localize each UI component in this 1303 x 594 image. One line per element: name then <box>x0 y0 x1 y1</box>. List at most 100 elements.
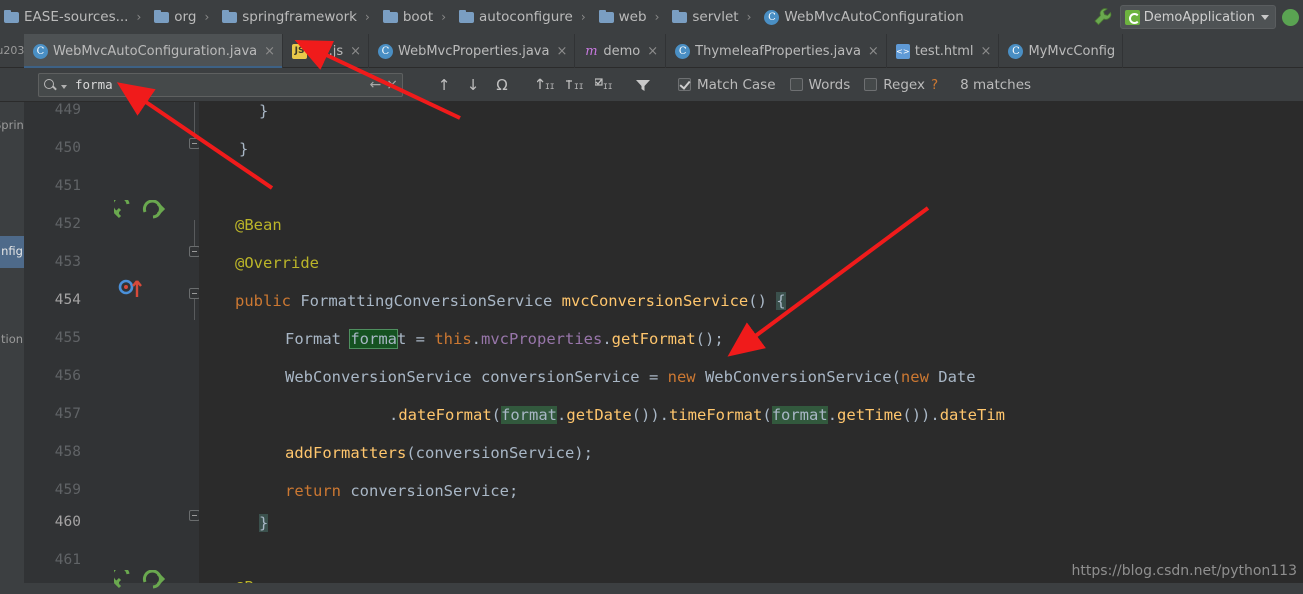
breadcrumb-item-autoconfigure[interactable]: autoconfigure › <box>455 0 595 34</box>
breadcrumb-label: autoconfigure <box>479 9 573 25</box>
breadcrumb-item-web[interactable]: web › <box>595 0 669 34</box>
breadcrumb-separator: › <box>654 10 660 24</box>
overriding-method-icon[interactable] <box>142 569 166 594</box>
code-editor[interactable]: } } @Bean @Override public FormattingCon… <box>199 102 1303 583</box>
find-previous-button[interactable]: ↑ <box>431 72 457 98</box>
code-line-449: } <box>259 102 269 120</box>
breadcrumb-item-boot[interactable]: boot › <box>379 0 455 34</box>
fold-region-line <box>194 220 195 246</box>
chevron-down-icon[interactable] <box>1261 14 1269 20</box>
line-number: 452 <box>54 216 81 232</box>
code-line-458: addFormatters(conversionService); <box>285 444 593 462</box>
svg-text:II: II <box>545 83 554 92</box>
folder-icon <box>382 10 398 23</box>
find-toolbar: ← × ↑ ↓ Ω II II II Match Case Words <box>0 68 1303 102</box>
code-line-452: @Bean <box>235 216 282 234</box>
tab-test-html[interactable]: <> test.html × <box>887 34 1000 68</box>
breadcrumb-separator: › <box>136 10 142 24</box>
search-input[interactable] <box>73 76 365 93</box>
breadcrumb-item-org[interactable]: org › <box>150 0 218 34</box>
breadcrumb-label: springframework <box>242 9 357 25</box>
breadcrumb-item-servlet[interactable]: servlet › <box>668 0 760 34</box>
tab-22js[interactable]: JS 22.js × <box>283 34 369 68</box>
words-label: Words <box>808 76 851 93</box>
select-all-occurrences-icon[interactable]: II <box>532 72 558 98</box>
exclude-icon[interactable]: II <box>561 72 587 98</box>
html-icon: <> <box>895 43 910 59</box>
breadcrumb-label: WebMvcAutoConfiguration <box>784 9 964 25</box>
close-icon[interactable]: × <box>868 45 879 58</box>
close-icon[interactable]: × <box>647 45 658 58</box>
editor-area: Spring nfig tion 449 450 451 452 453 454… <box>0 102 1303 589</box>
breadcrumb-separator: › <box>204 10 210 24</box>
words-checkbox[interactable]: Words <box>789 76 851 93</box>
breadcrumb-label: servlet <box>692 9 739 25</box>
overriding-method-icon[interactable] <box>142 199 166 224</box>
breadcrumb-separator: › <box>580 10 586 24</box>
tab-webmvcautoconfiguration[interactable]: C WebMvcAutoConfiguration.java × <box>24 34 284 68</box>
tab-label: test.html <box>914 43 974 59</box>
filter-icon[interactable] <box>630 72 656 98</box>
close-icon[interactable]: × <box>981 45 992 58</box>
breadcrumb-item-sources[interactable]: EASE-sources... › <box>0 0 150 34</box>
regex-checkbox[interactable]: Regex ? <box>864 77 938 93</box>
close-icon[interactable]: × <box>350 45 361 58</box>
implementing-method-icon[interactable] <box>110 565 136 594</box>
line-number: 454 <box>54 292 81 308</box>
class-icon: C <box>764 9 780 25</box>
close-icon[interactable]: × <box>264 45 275 58</box>
omega-icon[interactable]: Ω <box>489 72 515 98</box>
checkbox-box <box>864 78 878 91</box>
fold-region-line <box>194 298 195 320</box>
run-icon[interactable] <box>1282 8 1299 26</box>
find-input-wrapper[interactable]: ← × <box>38 72 403 97</box>
match-case-label: Match Case <box>697 76 776 93</box>
js-icon: JS <box>292 43 308 59</box>
close-icon[interactable]: × <box>556 45 567 58</box>
tab-bar-left-controls[interactable]: \u2039 <box>0 34 31 67</box>
breadcrumb-separator: › <box>365 10 370 24</box>
run-configuration-label: DemoApplication <box>1143 9 1255 25</box>
match-case-checkbox[interactable]: Match Case <box>678 77 776 93</box>
module-icon: m <box>585 43 598 59</box>
watermark-label: https://blog.csdn.net/python113 <box>1071 563 1297 579</box>
regex-label: Regex <box>883 76 925 93</box>
history-arrow-icon[interactable]: ← <box>370 78 382 92</box>
run-configuration-selector[interactable]: DemoApplication <box>1119 5 1276 29</box>
line-number: 449 <box>54 102 81 118</box>
tab-demo[interactable]: m demo × <box>575 34 667 68</box>
tab-label: ThymeleafProperties.java <box>695 43 861 59</box>
breadcrumb-item-springframework[interactable]: springframework › <box>218 0 379 34</box>
tab-webmvcproperties[interactable]: C WebMvcProperties.java × <box>369 34 576 68</box>
editor-tab-bar: \u2039 C WebMvcAutoConfiguration.java × … <box>0 34 1303 68</box>
editor-gutter[interactable]: 449 450 451 452 453 454 455 456 457 458 … <box>24 102 200 589</box>
folder-icon <box>459 10 475 23</box>
folder-icon <box>672 10 688 23</box>
line-number: 450 <box>54 140 81 156</box>
bean-marker-icon[interactable] <box>118 276 146 304</box>
left-tool-rail: Spring nfig tion <box>0 102 31 583</box>
close-icon[interactable]: × <box>386 78 398 92</box>
match-count-label: 8 matches <box>960 76 1032 93</box>
tab-label: demo <box>603 43 641 59</box>
folder-icon <box>4 10 19 23</box>
implementing-method-icon[interactable] <box>110 195 136 224</box>
wrench-icon[interactable] <box>1090 4 1116 30</box>
folder-icon <box>222 10 238 23</box>
checkbox-box <box>678 78 691 91</box>
folder-icon <box>154 10 170 23</box>
breadcrumb-item-class[interactable]: C WebMvcAutoConfiguration <box>760 0 965 34</box>
code-line-455: Format format = this.mvcProperties.getFo… <box>285 329 724 349</box>
help-icon[interactable]: ? <box>931 77 938 93</box>
line-number: 460 <box>54 514 81 530</box>
line-number: 457 <box>54 406 81 422</box>
chevron-down-icon[interactable] <box>61 85 67 89</box>
tab-mymvcconfig[interactable]: C MyMvcConfig <box>999 34 1124 68</box>
find-next-button[interactable]: ↓ <box>460 72 486 98</box>
tab-thymeleafproperties[interactable]: C ThymeleafProperties.java × <box>666 34 887 68</box>
class-icon: C <box>1008 43 1024 59</box>
code-line-462: @B <box>235 578 254 583</box>
class-icon: C <box>378 43 393 59</box>
code-line-453: @Override <box>235 254 319 272</box>
new-line-icon[interactable]: II <box>590 72 616 98</box>
